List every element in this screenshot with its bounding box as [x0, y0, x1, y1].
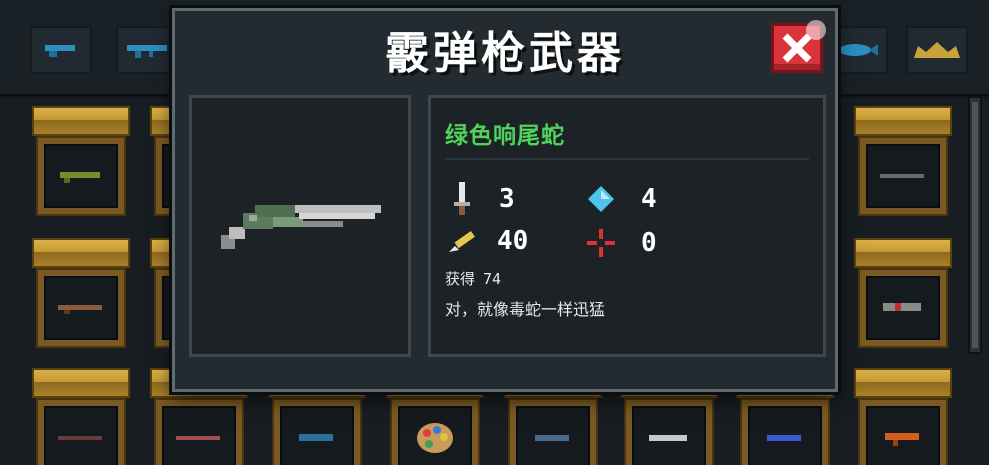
- tab-crown[interactable]: [906, 26, 968, 74]
- weapon-icon: [649, 435, 687, 441]
- weapon-slot[interactable]: [854, 238, 952, 348]
- weapon-icon: [883, 303, 921, 311]
- weapon-icon: [885, 433, 919, 446]
- weapon-icon: [58, 436, 102, 440]
- obtain-count: 74: [483, 270, 502, 288]
- weapon-description: 对，就像毒蛇一样迅猛: [445, 300, 606, 319]
- spread-value: 0: [641, 228, 657, 258]
- sword-icon: [454, 182, 470, 215]
- diamond-icon: [588, 186, 614, 212]
- close-button[interactable]: [771, 20, 826, 73]
- weapon-icon: [58, 305, 102, 314]
- fish-gun-icon: [839, 44, 878, 56]
- attack-value: 3: [499, 184, 515, 214]
- tab-rifle[interactable]: [116, 26, 178, 74]
- shotgun-icon: [221, 205, 381, 249]
- weapon-slot[interactable]: [854, 106, 952, 216]
- weapon-slot[interactable]: [32, 238, 130, 348]
- weapon-icon: [299, 434, 333, 441]
- weapon-detail-dialog: 霰弹枪武器 绿色响尾蛇 3 4 40 0 获得 74 对，就像毒蛇一样迅猛: [172, 8, 838, 392]
- pistol-icon: [45, 45, 75, 57]
- divider: [445, 158, 809, 160]
- rifle-icon: [127, 45, 167, 58]
- weapon-icon: [767, 435, 801, 441]
- weapon-preview: [189, 95, 411, 357]
- weapon-name: 绿色响尾蛇: [445, 123, 565, 149]
- crown-icon: [914, 42, 960, 58]
- weapon-icon: [60, 172, 100, 183]
- weapon-info: 绿色响尾蛇 3 4 40 0 获得 74 对，就像毒蛇一样迅猛: [428, 95, 826, 357]
- crosshair-icon: [587, 229, 615, 257]
- obtain-label: 获得: [445, 270, 476, 288]
- tab-pistol[interactable]: [30, 26, 92, 74]
- stat-attack: 3: [451, 182, 515, 216]
- weapon-icon: [880, 174, 924, 178]
- weapon-icon: [176, 436, 220, 440]
- energy-value: 4: [641, 184, 657, 214]
- pencil-icon: [449, 230, 475, 252]
- weapon-slot[interactable]: [32, 106, 130, 216]
- weapon-slot[interactable]: [854, 368, 952, 465]
- obtain-info: 获得 74: [445, 268, 501, 289]
- stat-spread: 0: [587, 228, 657, 258]
- grid-scrollbar[interactable]: [968, 96, 982, 354]
- stat-energy: 4: [587, 184, 657, 214]
- stat-critical: 40: [447, 226, 528, 256]
- scroll-thumb[interactable]: [972, 102, 978, 348]
- weapon-slot[interactable]: [32, 368, 130, 465]
- critical-value: 40: [497, 226, 529, 256]
- dialog-title: 霰弹枪武器: [385, 28, 625, 79]
- weapon-icon: [535, 435, 569, 441]
- palette-icon: [417, 423, 453, 453]
